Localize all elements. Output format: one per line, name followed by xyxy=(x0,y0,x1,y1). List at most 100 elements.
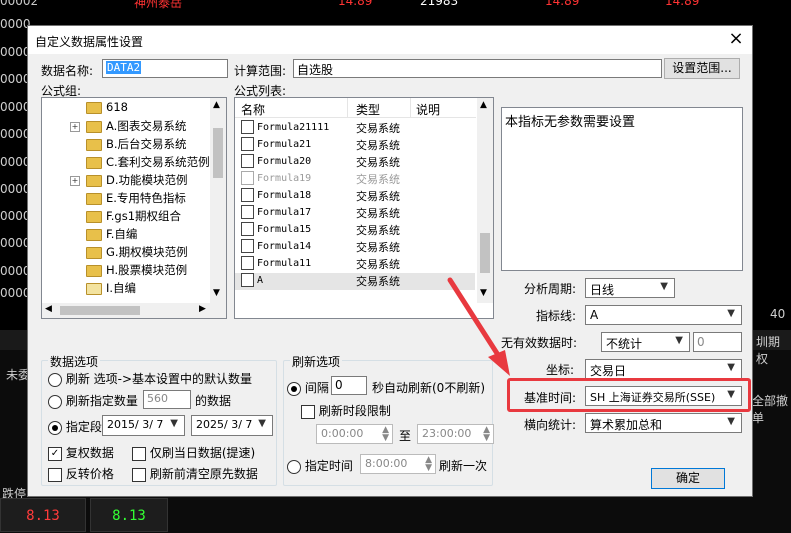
scroll-right-icon[interactable]: ▶ xyxy=(199,304,206,314)
tree-item[interactable]: F.gs1期权组合 xyxy=(86,208,181,226)
radio-icon[interactable] xyxy=(287,459,301,474)
scroll-down-icon[interactable]: ▼ xyxy=(480,288,487,298)
tree-item[interactable]: + A.图表交易系统 xyxy=(70,118,186,136)
time-limit-checkbox[interactable]: 刷新时段限制 xyxy=(301,402,391,419)
parameter-text: 本指标无参数需要设置 xyxy=(505,115,636,130)
radio-icon[interactable] xyxy=(48,394,62,409)
list-item[interactable]: Formula20 交易系统 xyxy=(235,154,475,171)
calc-range-label: 计算范围: xyxy=(234,64,287,78)
tree-item[interactable]: I.自编 xyxy=(86,280,136,298)
data-name-input[interactable]: DATA2 xyxy=(102,59,228,78)
radio-icon-selected[interactable] xyxy=(287,381,301,396)
date-from-picker[interactable]: 2015/ 3/ 7 ▼ xyxy=(102,415,185,436)
scroll-up-icon[interactable]: ▲ xyxy=(480,100,487,110)
tree-item[interactable]: E.专用特色指标 xyxy=(86,190,186,208)
tree-vertical-scrollbar[interactable]: ▲ ▼ xyxy=(210,98,226,303)
bg-code: 0000 xyxy=(0,264,31,278)
invalid-data-number[interactable]: 0 xyxy=(693,332,742,352)
scroll-thumb[interactable] xyxy=(480,233,490,273)
list-item[interactable]: Formula21111 交易系统 xyxy=(235,120,475,137)
folder-icon xyxy=(86,228,102,241)
date-range-option[interactable]: 指定段 xyxy=(48,418,102,435)
analysis-period-select[interactable]: 日线 ▼ xyxy=(585,278,675,298)
horizontal-stat-select[interactable]: 算术累加总和 ▼ xyxy=(585,413,742,433)
interval-input[interactable]: 0 xyxy=(331,376,367,395)
list-item[interactable]: Formula14 交易系统 xyxy=(235,239,475,256)
indicator-line-select[interactable]: A ▼ xyxy=(585,305,742,325)
checkbox-icon[interactable] xyxy=(132,467,146,482)
tree-item[interactable]: C.套利交易系统范例 xyxy=(86,154,210,172)
column-header-desc[interactable]: 说明 xyxy=(416,101,440,118)
coordinate-select[interactable]: 交易日 ▼ xyxy=(585,359,742,379)
invalid-data-select[interactable]: 不统计 ▼ xyxy=(601,332,690,352)
bg-code: 00002 xyxy=(0,0,39,8)
custom-data-dialog: 自定义数据属性设置 × 数据名称: DATA2 计算范围: 自选股 设置范围..… xyxy=(27,25,753,497)
column-header-type[interactable]: 类型 xyxy=(356,101,380,118)
spin-icon[interactable]: ▲ ▼ xyxy=(382,426,389,443)
clear-before-checkbox[interactable]: 刷新前清空原先数据 xyxy=(132,465,258,482)
refresh-default-option[interactable]: 刷新 选项->基本设置中的默认数量 xyxy=(48,370,252,387)
date-to-picker[interactable]: 2025/ 3/ 7 ▼ xyxy=(191,415,273,436)
radio-icon-selected[interactable] xyxy=(48,420,62,435)
list-item-selected[interactable]: A 交易系统 xyxy=(235,273,475,290)
invalid-data-label: 无有效数据时: xyxy=(501,336,578,350)
refresh-count-option[interactable]: 刷新指定数量 xyxy=(48,392,138,409)
formula-type: 交易系统 xyxy=(356,122,400,135)
specified-time-input[interactable]: 8:00:00 ▲ ▼ xyxy=(360,454,436,474)
tree-items: 618 + A.图表交易系统 B.后台交易系统 C.套利交易系统范例 + D.功能模… xyxy=(42,98,210,303)
spin-icon[interactable]: ▲ ▼ xyxy=(425,456,432,473)
list-item[interactable]: Formula11 交易系统 xyxy=(235,256,475,273)
scroll-left-icon[interactable]: ◀ xyxy=(45,304,52,314)
list-item[interactable]: Formula17 交易系统 xyxy=(235,205,475,222)
scroll-down-icon[interactable]: ▼ xyxy=(213,288,220,298)
column-header-name[interactable]: 名称 xyxy=(241,101,265,118)
list-item[interactable]: Formula19 交易系统 xyxy=(235,171,475,188)
refresh-count-input[interactable]: 560 xyxy=(143,390,191,409)
bg-price-box[interactable]: 8.13 xyxy=(90,498,168,532)
interval-option[interactable]: 间隔 xyxy=(287,379,329,396)
list-vertical-scrollbar[interactable]: ▲ ▼ xyxy=(477,98,493,303)
time-from-input[interactable]: 0:00:00 ▲ ▼ xyxy=(316,424,393,444)
tree-item[interactable]: F.自编 xyxy=(86,226,137,244)
expand-icon[interactable]: + xyxy=(70,121,80,132)
bg-price-box[interactable]: 8.13 xyxy=(0,498,86,532)
checkbox-icon[interactable] xyxy=(48,467,62,482)
list-header: 名称 类型 说明 xyxy=(235,98,476,118)
scroll-thumb[interactable] xyxy=(60,306,140,315)
formula-type: 交易系统 xyxy=(356,173,400,186)
set-range-button[interactable]: 设置范围... xyxy=(664,58,740,79)
list-item[interactable]: Formula21 交易系统 xyxy=(235,137,475,154)
reverse-price-checkbox[interactable]: 反转价格 xyxy=(48,465,114,482)
calc-range-field[interactable]: 自选股 xyxy=(293,59,662,78)
scroll-thumb[interactable] xyxy=(213,128,223,178)
horizontal-stat-value: 算术累加总和 xyxy=(590,418,663,432)
formula-list[interactable]: 名称 类型 说明 Formula21111 交易系统 Formula21 交易系统 … xyxy=(234,97,494,319)
tree-item[interactable]: H.股票模块范例 xyxy=(86,262,187,280)
list-item[interactable]: Formula15 交易系统 xyxy=(235,222,475,239)
tree-item[interactable]: 618 xyxy=(86,100,128,118)
checkbox-icon[interactable] xyxy=(301,404,315,419)
checkbox-checked-icon[interactable]: ✓ xyxy=(48,446,62,461)
specified-time-suffix: 刷新一次 xyxy=(439,459,488,473)
tree-item[interactable]: + D.功能模块范例 xyxy=(70,172,188,190)
folder-icon xyxy=(86,101,102,114)
ok-button[interactable]: 确定 xyxy=(651,468,725,489)
close-icon[interactable]: × xyxy=(725,28,747,50)
spin-icon[interactable]: ▲ ▼ xyxy=(483,426,490,443)
adjusted-data-checkbox[interactable]: ✓ 复权数据 xyxy=(48,444,114,461)
today-only-checkbox[interactable]: 仅刷当日数据(提速) xyxy=(132,444,255,461)
formula-group-tree[interactable]: 618 + A.图表交易系统 B.后台交易系统 C.套利交易系统范例 + D.功能模… xyxy=(41,97,227,319)
checkbox-icon[interactable] xyxy=(132,446,146,461)
tree-horizontal-scrollbar[interactable]: ◀ ▶ xyxy=(42,303,226,318)
specified-time-option[interactable]: 指定时间 xyxy=(287,457,353,474)
expand-icon[interactable]: + xyxy=(70,175,80,186)
tree-item[interactable]: B.后台交易系统 xyxy=(86,136,187,154)
formula-type: 交易系统 xyxy=(356,207,400,220)
formula-name: Formula20 xyxy=(257,156,312,167)
scroll-up-icon[interactable]: ▲ xyxy=(213,100,220,110)
list-item[interactable]: Formula18 交易系统 xyxy=(235,188,475,205)
time-to-input[interactable]: 23:00:00 ▲ ▼ xyxy=(417,424,494,444)
radio-icon[interactable] xyxy=(48,372,62,387)
formula-type: 交易系统 xyxy=(356,139,400,152)
tree-item[interactable]: G.期权模块范例 xyxy=(86,244,188,262)
